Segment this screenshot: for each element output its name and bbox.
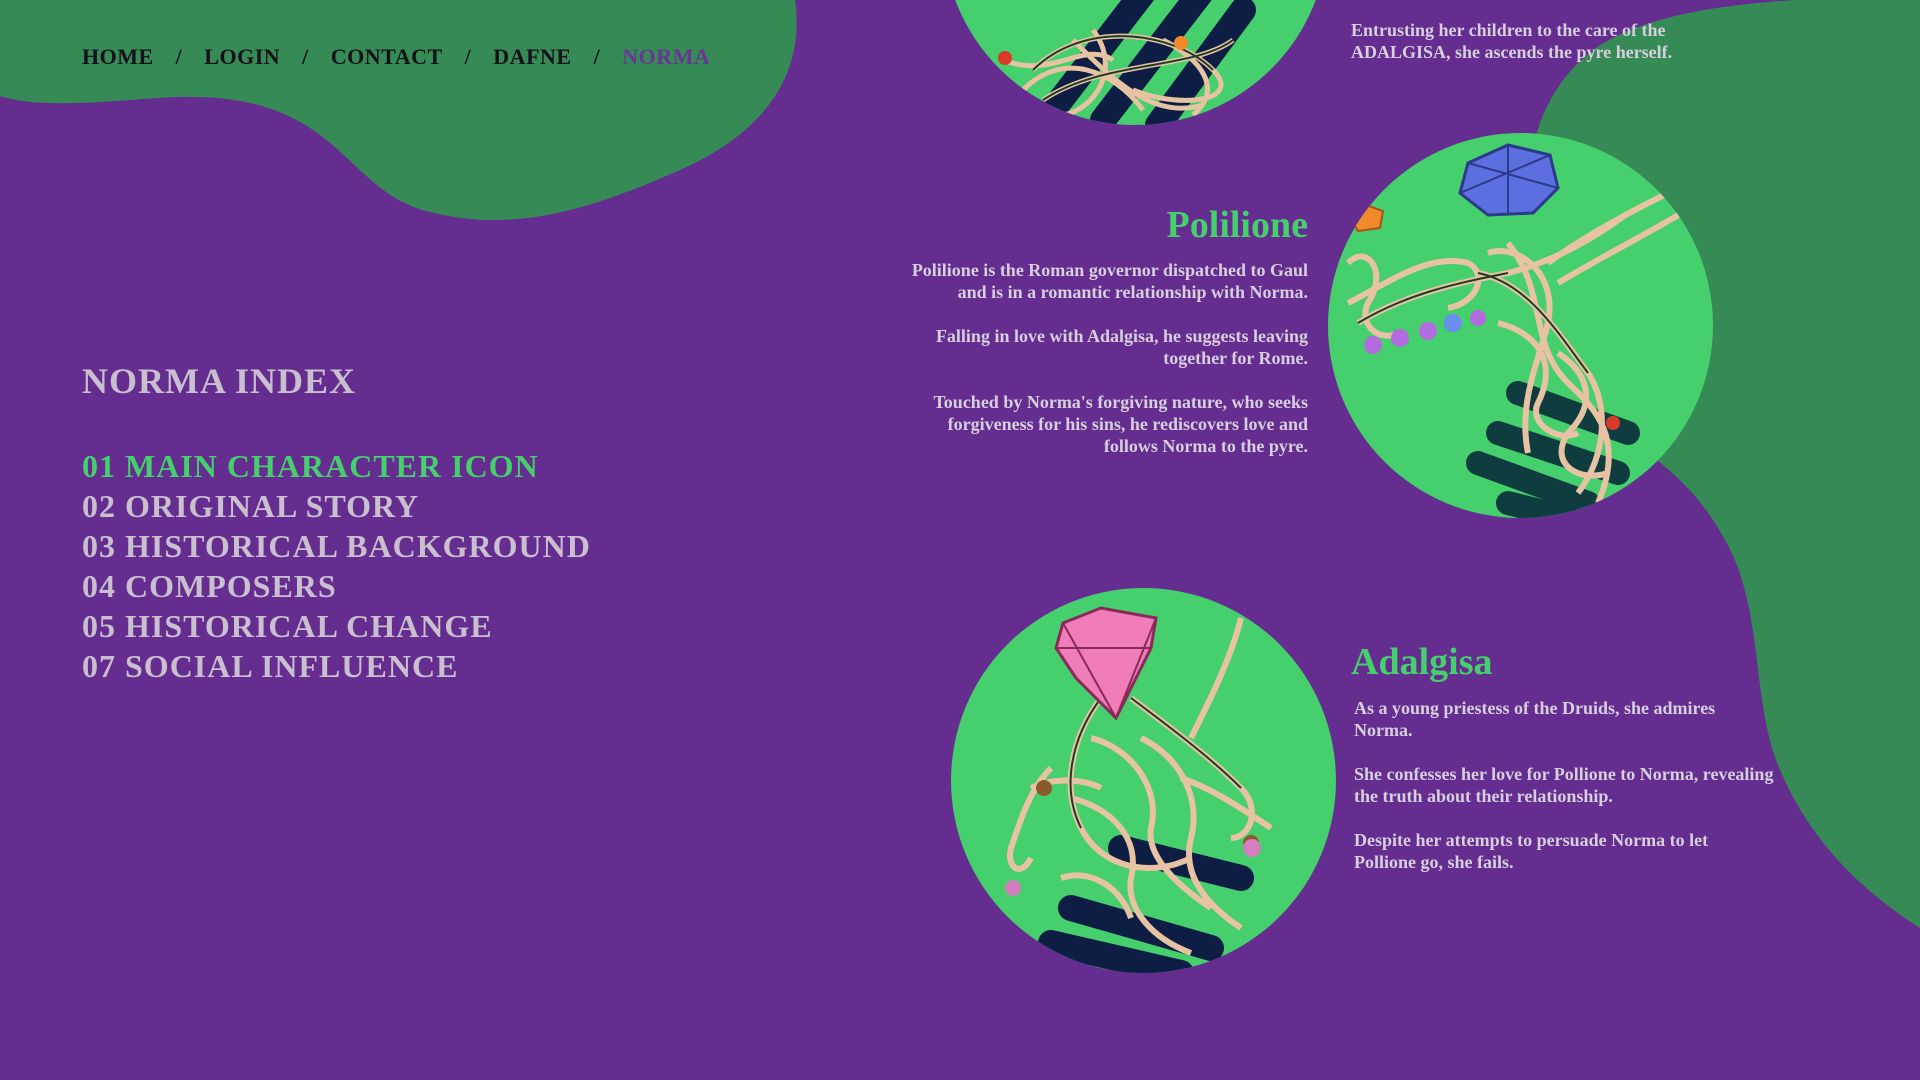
polilione-paragraph: Falling in love with Adalgisa, he sugges… [935,326,1308,368]
norma-description: Entrusting her children to the care of t… [1351,19,1711,85]
norma-paragraph: Entrusting her children to the care of t… [1351,20,1673,62]
top-nav: HOME / LOGIN / CONTACT / DAFNE / NORMA [82,44,710,70]
polilione-illustration [1328,133,1713,518]
polilione-description: Polilione is the Roman governor dispatch… [900,259,1308,479]
top-left-blob [0,0,797,221]
nav-contact[interactable]: CONTACT [331,44,443,70]
index-item-social-influence[interactable]: 07 SOCIAL INFLUENCE [82,646,591,686]
index-item-main-character-icon[interactable]: 01 MAIN CHARACTER ICON [82,446,591,486]
index-list: 01 MAIN CHARACTER ICON 02 ORIGINAL STORY… [82,446,591,686]
nav-separator: / [175,44,183,69]
adalgisa-name: Adalgisa [1351,641,1493,683]
index-item-composers[interactable]: 04 COMPOSERS [82,566,591,606]
nav-separator: / [302,44,309,69]
nav-separator: / [464,44,472,69]
adalgisa-paragraph: As a young priestess of the Druids, she … [1354,698,1716,740]
index-item-historical-change[interactable]: 05 HISTORICAL CHANGE [82,606,591,646]
adalgisa-description: As a young priestess of the Druids, she … [1354,697,1774,895]
adalgisa-illustration [951,588,1336,973]
polilione-name: Polilione [1166,204,1308,246]
nav-login[interactable]: LOGIN [204,44,280,70]
index-title: NORMA INDEX [82,361,357,401]
adalgisa-paragraph: She confesses her love for Pollione to N… [1354,764,1774,806]
index-item-original-story[interactable]: 02 ORIGINAL STORY [82,486,591,526]
adalgisa-paragraph: Despite her attempts to persuade Norma t… [1354,830,1709,872]
polilione-paragraph: Polilione is the Roman governor dispatch… [911,260,1308,302]
nav-dafne[interactable]: DAFNE [493,44,571,70]
nav-separator: / [593,44,601,69]
polilione-paragraph: Touched by Norma's forgiving nature, who… [933,392,1308,456]
nav-norma[interactable]: NORMA [622,44,710,70]
nav-home[interactable]: HOME [82,44,154,70]
index-item-historical-background[interactable]: 03 HISTORICAL BACKGROUND [82,526,591,566]
